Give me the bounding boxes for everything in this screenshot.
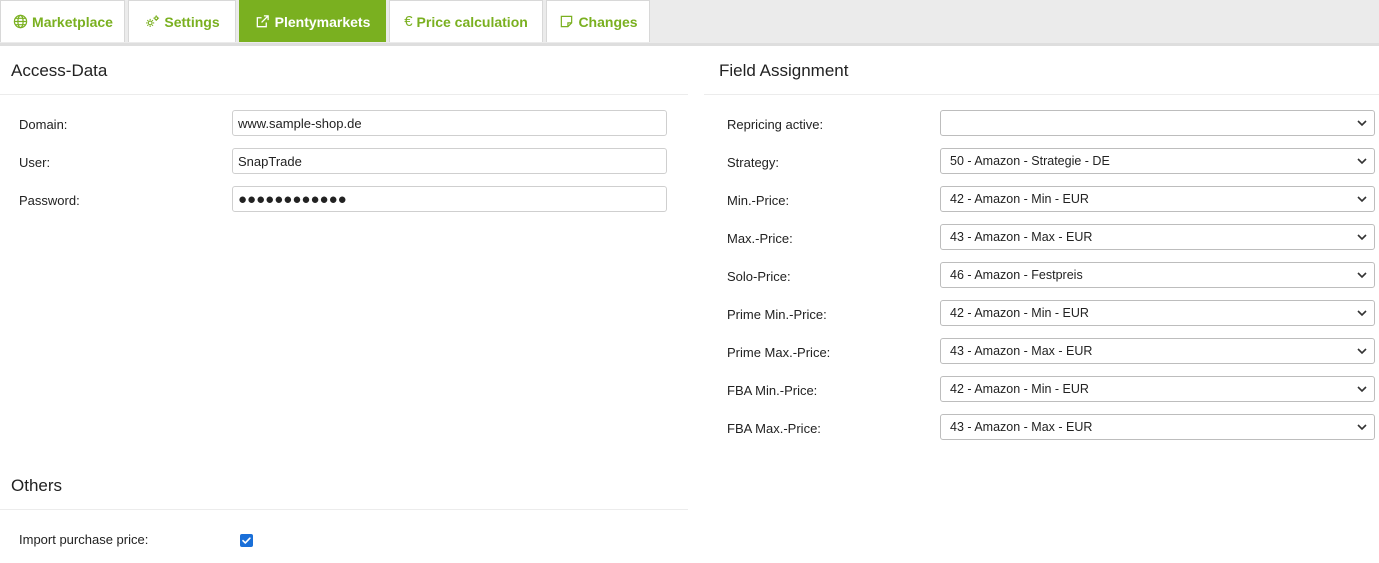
tab-settings[interactable]: Settings xyxy=(128,0,236,42)
chevron-down-icon xyxy=(1357,348,1367,355)
import-purchase-price-checkbox[interactable] xyxy=(240,534,253,547)
select-value: 42 - Amazon - Min - EUR xyxy=(950,192,1089,206)
checkmark-icon xyxy=(242,537,251,544)
max-price-select[interactable]: 43 - Amazon - Max - EUR xyxy=(940,224,1375,250)
others-title: Others xyxy=(11,476,63,495)
prime-max-price-select[interactable]: 43 - Amazon - Max - EUR xyxy=(940,338,1375,364)
min-price-select[interactable]: 42 - Amazon - Min - EUR xyxy=(940,186,1375,212)
tab-changes[interactable]: Changes xyxy=(546,0,650,42)
select-value: 46 - Amazon - Festpreis xyxy=(950,268,1083,282)
chevron-down-icon xyxy=(1357,196,1367,203)
tab-price-calculation[interactable]: € Price calculation xyxy=(389,0,543,42)
strategy-select[interactable]: 50 - Amazon - Strategie - DE xyxy=(940,148,1375,174)
tab-label: Changes xyxy=(578,13,638,30)
repricing-active-label: Repricing active: xyxy=(727,117,824,132)
max-price-label: Max.-Price: xyxy=(727,231,793,246)
chevron-down-icon xyxy=(1357,386,1367,393)
fba-max-price-label: FBA Max.-Price: xyxy=(727,421,821,436)
domain-field[interactable] xyxy=(232,110,667,136)
select-value: 50 - Amazon - Strategie - DE xyxy=(950,154,1110,168)
password-label: Password: xyxy=(19,193,80,208)
external-link-icon xyxy=(255,14,271,30)
divider xyxy=(704,94,1379,95)
tab-label: Plentymarkets xyxy=(274,13,371,30)
fba-min-price-select[interactable]: 42 - Amazon - Min - EUR xyxy=(940,376,1375,402)
fba-min-price-label: FBA Min.-Price: xyxy=(727,383,818,398)
prime-min-price-label: Prime Min.-Price: xyxy=(727,307,827,322)
min-price-label: Min.-Price: xyxy=(727,193,790,208)
tab-marketplace[interactable]: Marketplace xyxy=(0,0,125,42)
tab-bar: Marketplace Settings Plentymarkets € Pri… xyxy=(0,0,1379,46)
tab-label: Settings xyxy=(164,13,220,30)
domain-label: Domain: xyxy=(19,117,68,132)
password-field[interactable] xyxy=(232,186,667,212)
prime-min-price-select[interactable]: 42 - Amazon - Min - EUR xyxy=(940,300,1375,326)
tab-label: Marketplace xyxy=(32,13,113,30)
field-assignment-title: Field Assignment xyxy=(719,61,849,80)
fba-max-price-select[interactable]: 43 - Amazon - Max - EUR xyxy=(940,414,1375,440)
select-value: 42 - Amazon - Min - EUR xyxy=(950,382,1089,396)
globe-icon xyxy=(12,14,28,30)
solo-price-label: Solo-Price: xyxy=(727,269,791,284)
euro-icon: € xyxy=(404,13,413,30)
select-value: 43 - Amazon - Max - EUR xyxy=(950,230,1093,244)
access-data-title: Access-Data xyxy=(11,61,108,80)
strategy-label: Strategy: xyxy=(727,155,780,170)
chevron-down-icon xyxy=(1357,310,1367,317)
chevron-down-icon xyxy=(1357,120,1367,127)
divider xyxy=(0,509,688,510)
note-icon xyxy=(558,14,574,30)
select-value: 42 - Amazon - Min - EUR xyxy=(950,306,1089,320)
user-field[interactable] xyxy=(232,148,667,174)
prime-max-price-label: Prime Max.-Price: xyxy=(727,345,831,360)
chevron-down-icon xyxy=(1357,272,1367,279)
user-label: User: xyxy=(19,155,51,170)
chevron-down-icon xyxy=(1357,424,1367,431)
solo-price-select[interactable]: 46 - Amazon - Festpreis xyxy=(940,262,1375,288)
select-value: 43 - Amazon - Max - EUR xyxy=(950,420,1093,434)
chevron-down-icon xyxy=(1357,234,1367,241)
tab-plentymarkets[interactable]: Plentymarkets xyxy=(239,0,386,42)
chevron-down-icon xyxy=(1357,158,1367,165)
select-value: 43 - Amazon - Max - EUR xyxy=(950,344,1093,358)
tab-label: Price calculation xyxy=(416,13,528,30)
repricing-active-select[interactable] xyxy=(940,110,1375,136)
import-purchase-price-label: Import purchase price: xyxy=(19,532,149,547)
gears-icon xyxy=(144,14,160,30)
divider xyxy=(0,94,688,95)
